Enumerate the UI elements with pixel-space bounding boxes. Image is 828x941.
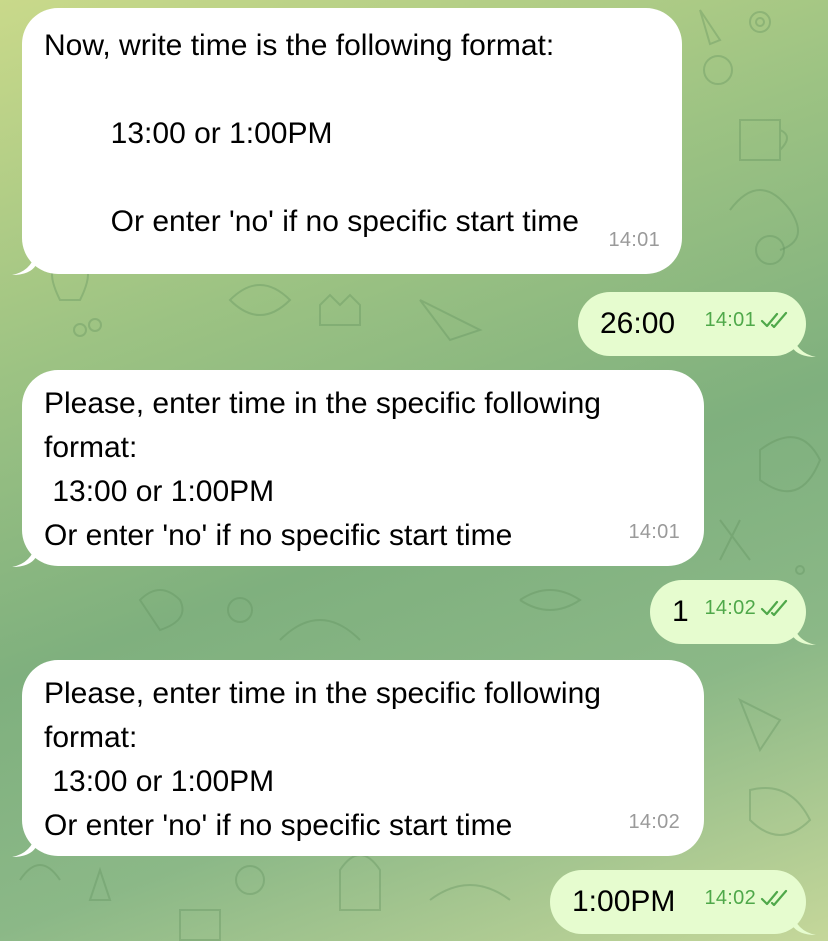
bubble-tail <box>792 621 816 645</box>
message-text-line: Please, enter time in the specific follo… <box>44 677 601 710</box>
bubble-tail <box>792 333 816 357</box>
message-time: 14:02 <box>704 586 790 630</box>
message-time: 14:01 <box>628 521 680 543</box>
bubble-tail <box>12 833 36 857</box>
bubble-tail <box>12 251 36 275</box>
outgoing-message[interactable]: 1:00PM 14:02 <box>550 870 816 935</box>
outgoing-message[interactable]: 1 14:02 <box>650 580 816 645</box>
message-time: 14:01 <box>704 298 790 342</box>
message-text-line: 13:00 or 1:00PM <box>44 117 333 150</box>
message-time-label: 14:02 <box>704 887 756 909</box>
message-text-line <box>44 156 660 200</box>
message-time-label: 14:02 <box>704 597 756 619</box>
double-check-icon <box>760 599 788 617</box>
outgoing-message[interactable]: 26:00 14:01 <box>578 292 816 357</box>
message-text: 1 <box>672 595 689 628</box>
double-check-icon <box>760 889 788 907</box>
incoming-message[interactable]: Please, enter time in the specific follo… <box>12 370 704 567</box>
double-check-icon <box>760 311 788 329</box>
bubble-tail <box>12 543 36 567</box>
message-text: 1:00PM <box>572 885 676 918</box>
message-text-line: 13:00 or 1:00PM <box>44 475 275 508</box>
message-text-line: Or enter 'no' if no specific start time <box>44 519 513 552</box>
message-time: 14:01 <box>608 229 660 251</box>
message-time: 14:02 <box>628 811 680 833</box>
message-text-line: Or enter 'no' if no specific start time <box>44 809 513 842</box>
message-text-line: Or enter 'no' if no specific start time <box>44 205 579 238</box>
message-text-line <box>44 68 660 112</box>
message-text-line: Now, write time is the following format: <box>44 29 555 62</box>
message-text-line: Please, enter time in the specific follo… <box>44 387 601 420</box>
message-text-line: format: <box>44 431 138 464</box>
incoming-message[interactable]: Now, write time is the following format:… <box>12 8 682 275</box>
message-text-line: format: <box>44 721 138 754</box>
message-time-label: 14:01 <box>704 309 756 331</box>
message-text-line: 13:00 or 1:00PM <box>44 765 275 798</box>
incoming-message[interactable]: Please, enter time in the specific follo… <box>12 660 704 857</box>
bubble-tail <box>792 911 816 935</box>
message-time: 14:02 <box>704 876 790 920</box>
message-text: 26:00 <box>600 307 676 340</box>
